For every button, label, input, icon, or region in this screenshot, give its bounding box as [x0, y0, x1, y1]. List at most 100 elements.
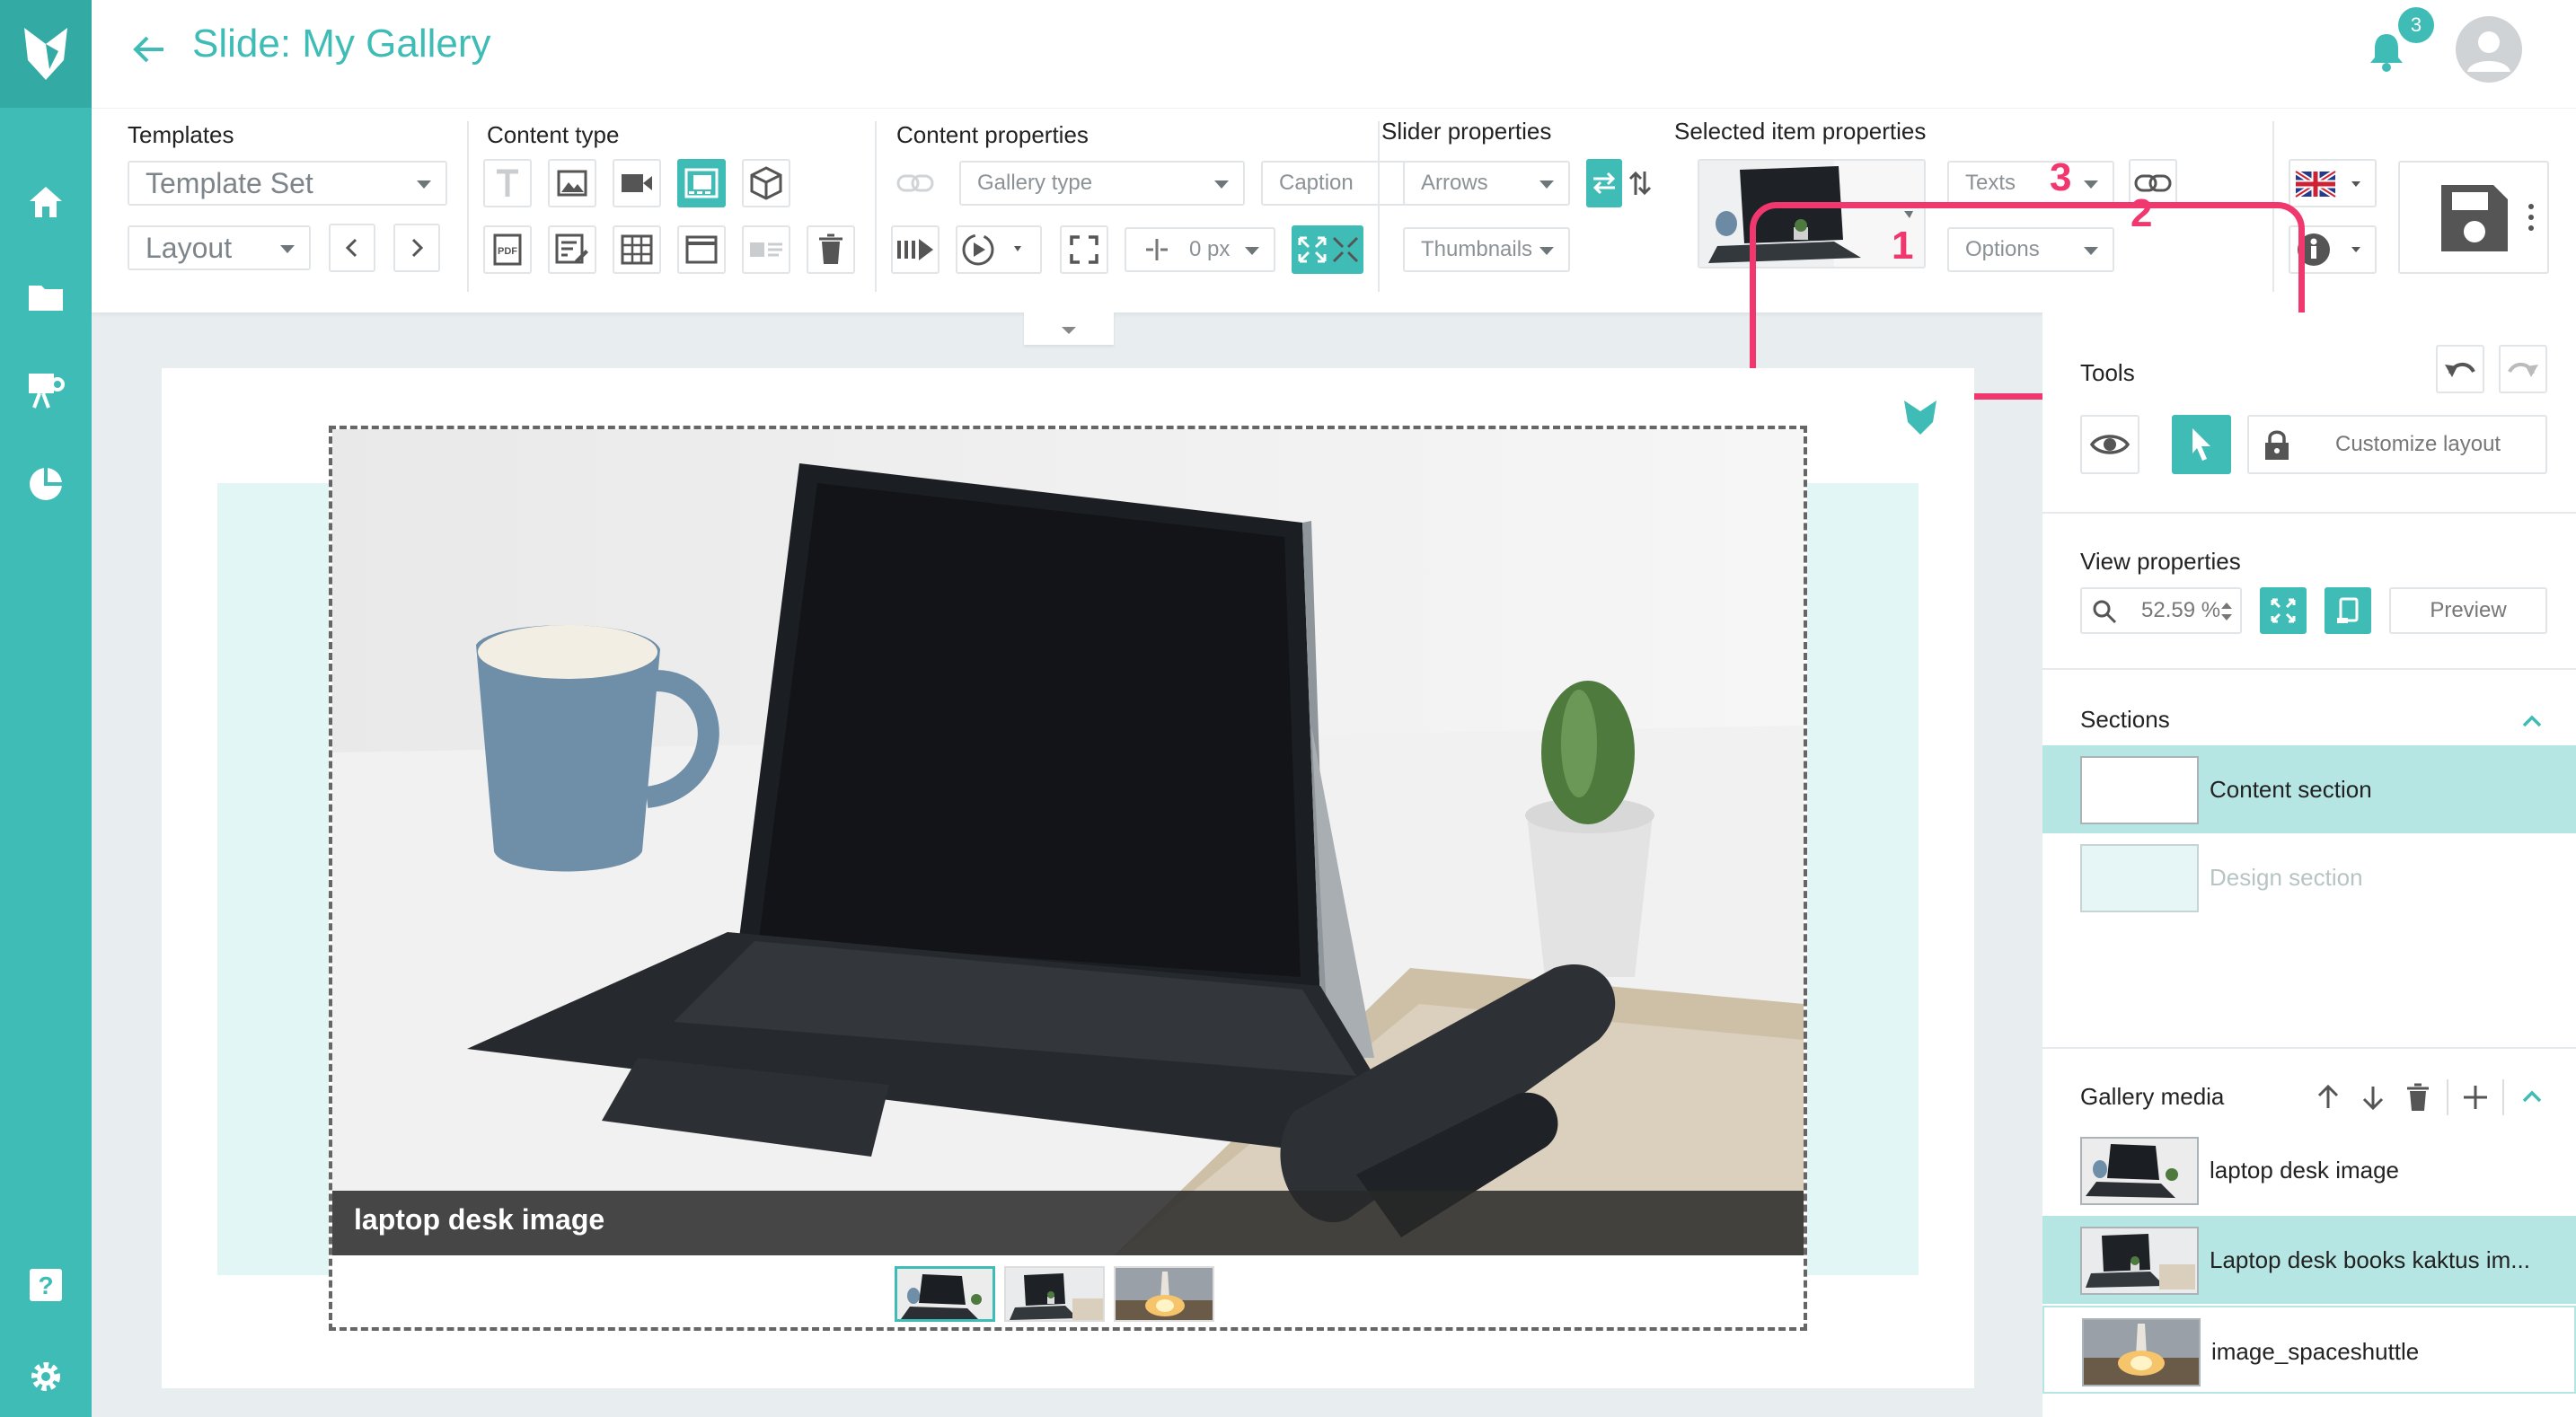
- svg-text:?: ?: [38, 1272, 53, 1299]
- top-header: Slide: My Gallery 3: [92, 0, 2576, 108]
- form-type-button[interactable]: [548, 225, 596, 274]
- arrows-value: Arrows: [1421, 171, 1488, 195]
- media-item[interactable]: laptop desk image: [2042, 1126, 2576, 1214]
- user-avatar[interactable]: [2456, 16, 2522, 83]
- link-disabled-button[interactable]: [891, 159, 940, 207]
- section-item-content[interactable]: Content section: [2042, 745, 2576, 833]
- gallery-type-select[interactable]: Gallery type: [959, 161, 1245, 206]
- arrows-select[interactable]: Arrows: [1403, 161, 1570, 206]
- card-type-button[interactable]: [742, 225, 790, 274]
- undo-button[interactable]: [2436, 345, 2484, 393]
- media-item[interactable]: image_spaceshuttle: [2042, 1306, 2576, 1394]
- sections-collapse-chevron-icon[interactable]: [2519, 708, 2545, 735]
- divider: [1378, 121, 1380, 292]
- callout-3: 3: [2050, 155, 2072, 199]
- gallery-main-image[interactable]: laptop desk image: [332, 429, 1804, 1255]
- delete-media-trash-icon[interactable]: [2402, 1081, 2434, 1113]
- gallery-thumbnail-1[interactable]: [895, 1266, 995, 1322]
- preview-eye-button[interactable]: [2080, 415, 2139, 474]
- device-view-button[interactable]: [2325, 587, 2371, 634]
- redo-button[interactable]: [2499, 345, 2547, 393]
- media-thumbnail: [2080, 1227, 2199, 1295]
- fullscreen-button[interactable]: [1060, 225, 1108, 274]
- search-icon: [2093, 600, 2117, 624]
- preview-button[interactable]: Preview: [2389, 587, 2547, 634]
- fit-mode-toggle[interactable]: [1292, 225, 1363, 274]
- video-type-button[interactable]: [613, 159, 661, 207]
- gallery-media-collapse-chevron-icon[interactable]: [2519, 1083, 2545, 1110]
- gallery-type-button[interactable]: [677, 159, 726, 207]
- customize-layout-button[interactable]: Customize layout: [2247, 415, 2547, 474]
- window-type-button[interactable]: [677, 225, 726, 274]
- fit-view-button[interactable]: [2260, 587, 2307, 634]
- page-title: Slide: My Gallery: [192, 22, 491, 66]
- next-layout-button[interactable]: [393, 224, 440, 272]
- media-label: image_spaceshuttle: [2211, 1338, 2420, 1365]
- gallery-thumbnail-2[interactable]: [1004, 1266, 1105, 1322]
- caption-bar: laptop desk image: [332, 1191, 1804, 1255]
- section-label: Design section: [2210, 864, 2363, 891]
- fox-watermark-icon: [1901, 397, 1940, 436]
- gallery-widget[interactable]: laptop desk image: [329, 426, 1807, 1331]
- table-type-button[interactable]: [613, 225, 661, 274]
- zoom-stepper-icon[interactable]: [2219, 600, 2235, 623]
- gallery-thumbnail-3[interactable]: [1114, 1266, 1214, 1322]
- media-item[interactable]: Laptop desk books kaktus im...: [2042, 1216, 2576, 1304]
- image-caption: laptop desk image: [354, 1203, 605, 1236]
- section-item-design[interactable]: Design section: [2042, 833, 2576, 921]
- autoplay-button[interactable]: [891, 225, 940, 274]
- text-type-button[interactable]: [483, 159, 532, 207]
- language-select[interactable]: [2289, 159, 2377, 207]
- svg-text:PDF: PDF: [498, 246, 517, 257]
- image-type-button[interactable]: [548, 159, 596, 207]
- thumbnails-select[interactable]: Thumbnails: [1403, 227, 1570, 272]
- callout-1: 1: [1892, 224, 1914, 268]
- texts-select[interactable]: Texts: [1947, 161, 2114, 206]
- pdf-type-button[interactable]: PDF: [483, 225, 532, 274]
- add-media-plus-icon[interactable]: [2459, 1081, 2492, 1113]
- layout-select[interactable]: Layout: [128, 225, 311, 270]
- folder-icon[interactable]: [23, 275, 68, 320]
- delete-content-button[interactable]: [807, 225, 855, 274]
- move-down-arrow-icon[interactable]: [2357, 1081, 2389, 1113]
- divider: [2447, 1079, 2448, 1115]
- caption-value: Caption: [1279, 171, 1354, 195]
- pie-chart-icon[interactable]: [23, 462, 68, 506]
- content-type-label: Content type: [487, 121, 620, 148]
- media-thumbnail: [2080, 1137, 2199, 1205]
- app-logo[interactable]: [0, 0, 92, 108]
- spaceshuttle-media-thumb: [2084, 1320, 2199, 1385]
- sidebar: ?: [0, 0, 92, 1417]
- media-label: Laptop desk books kaktus im...: [2210, 1246, 2530, 1273]
- select-cursor-button[interactable]: [2172, 415, 2231, 474]
- spacing-value: 0 px: [1189, 237, 1231, 261]
- horizontal-direction-button[interactable]: [1586, 159, 1622, 207]
- back-arrow-icon[interactable]: [128, 27, 172, 72]
- zoom-value: 52.59 %: [2141, 598, 2221, 622]
- divider: [2042, 668, 2576, 670]
- thumbnails-value: Thumbnails: [1421, 237, 1533, 261]
- home-icon[interactable]: [23, 180, 68, 224]
- save-button[interactable]: [2398, 161, 2549, 274]
- spacing-icon: [1146, 239, 1168, 260]
- toolbar-collapse-tab[interactable]: [1024, 312, 1114, 345]
- template-set-select[interactable]: Template Set: [128, 161, 447, 206]
- prev-layout-button[interactable]: [329, 224, 375, 272]
- laptop-media-thumb: [2082, 1139, 2197, 1203]
- laptop-kaktus-media-thumb: [2082, 1228, 2197, 1293]
- presentation-icon[interactable]: [23, 368, 68, 413]
- content-properties-label: Content properties: [896, 121, 1089, 148]
- section-thumbnail: [2080, 756, 2199, 824]
- settings-gear-icon[interactable]: [23, 1354, 68, 1399]
- laptop-kaktus-thumb-image: [1006, 1268, 1103, 1320]
- 3d-object-type-button[interactable]: [742, 159, 790, 207]
- help-icon[interactable]: ?: [23, 1263, 68, 1307]
- callout-2: 2: [2130, 191, 2153, 235]
- spacing-select[interactable]: 0 px: [1125, 227, 1275, 272]
- play-mode-select[interactable]: [956, 225, 1042, 274]
- vertical-direction-button[interactable]: [1622, 159, 1658, 207]
- layout-value: Layout: [146, 231, 233, 264]
- selected-item-properties-label: Selected item properties: [1674, 118, 1927, 145]
- move-up-arrow-icon[interactable]: [2312, 1081, 2344, 1113]
- zoom-input[interactable]: 52.59 %: [2080, 587, 2242, 634]
